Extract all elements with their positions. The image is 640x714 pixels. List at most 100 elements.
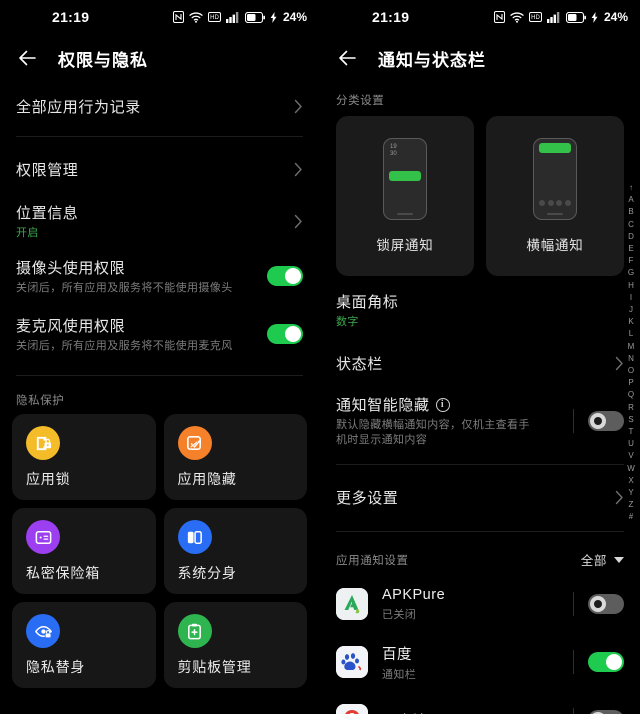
alpha-index-item[interactable]: C [628,219,634,231]
chevron-right-icon [294,162,303,177]
app-row-apkpure[interactable]: APKPure 已关闭 [320,575,640,633]
row-more-settings[interactable]: 更多设置 [320,471,640,523]
microphone-permission-toggle[interactable] [267,324,303,344]
app-row-baidu[interactable]: 百度 通知栏 [320,633,640,691]
row-permission-management[interactable]: 权限管理 [0,143,319,195]
row-camera-permission[interactable]: 摄像头使用权限 关闭后，所有应用及服务将不能使用摄像头 [0,247,319,305]
baidu-map-icon: du [336,704,368,714]
alpha-index-item[interactable]: N [628,353,634,365]
alpha-index-item[interactable]: ↑ [629,182,633,194]
card-label: 系统分身 [177,565,237,581]
alpha-index-item[interactable]: P [628,377,633,389]
row-subtitle: 默认隐藏横幅通知内容，仅机主查看手机时显示通知内容 [336,419,530,446]
alpha-index-item[interactable]: Y [628,487,633,499]
camera-permission-toggle[interactable] [267,266,303,286]
chevron-down-icon[interactable] [614,556,624,563]
toggle-knob [285,326,301,342]
row-title-wrap: 通知智能隐藏 i [336,394,565,415]
private-safe-icon [26,520,60,554]
alpha-index-item[interactable]: K [628,316,633,328]
alpha-index-item[interactable]: V [628,450,633,462]
app-lock-icon [26,426,60,460]
alpha-index-item[interactable]: G [628,267,634,279]
app-hide-icon [177,426,212,460]
alpha-index-item[interactable]: D [628,231,634,243]
right-screen-notifications-statusbar: 21:19 HD 24% 通知与状态栏 分类设置 19 30 锁屏通知 横幅通知… [320,0,640,714]
card-lockscreen-notification[interactable]: 19 30 锁屏通知 [336,116,474,276]
card-app-hide[interactable]: 应用隐藏 [163,414,307,500]
alpha-index-item[interactable]: R [628,402,634,414]
row-desktop-badge[interactable]: 桌面角标 数字 [320,282,640,338]
card-system-clone[interactable]: 系统分身 [163,508,307,594]
alpha-index-item[interactable]: W [627,463,635,475]
app-notification-settings-label: 应用通知设置 [336,554,409,567]
baidu-map-notification-toggle[interactable] [588,710,624,714]
alpha-index-item[interactable]: X [628,475,633,487]
divider [16,375,303,376]
row-smart-hide-notification[interactable]: 通知智能隐藏 i 默认隐藏横幅通知内容，仅机主查看手机时显示通知内容 [320,388,640,454]
smart-hide-notification-toggle[interactable] [588,411,624,431]
row-location-info[interactable]: 位置信息 开启 [0,195,319,247]
app-row-baidu-map[interactable]: du 百度地图 [320,691,640,714]
mock-home-indicator [397,213,413,215]
alpha-index-item[interactable]: O [628,365,634,377]
row-subtitle: 数字 [336,315,359,328]
battery-icon [244,11,265,23]
alpha-index-item[interactable]: J [629,304,633,316]
card-private-safe[interactable]: 私密保险箱 [12,508,156,594]
mock-banner-bar [539,143,571,153]
row-all-app-behavior-records[interactable]: 全部应用行为记录 [0,82,319,130]
row-subtitle: 关闭后，所有应用及服务将不能使用麦克风 [16,339,233,352]
left-title-bar: 权限与隐私 [0,34,319,82]
row-title: 通知智能隐藏 [336,397,430,415]
battery-icon [565,11,586,23]
alpha-index-item[interactable]: # [629,511,633,523]
app-name: 百度 [382,646,412,663]
chevron-right-icon [294,214,303,229]
card-label: 应用锁 [26,471,71,487]
info-icon[interactable]: i [435,397,450,412]
alpha-index-item[interactable]: H [628,280,634,292]
alpha-index-item[interactable]: T [629,426,634,438]
alpha-index-item[interactable]: A [628,194,633,206]
alpha-index-item[interactable]: B [628,206,633,218]
alpha-index-item[interactable]: F [629,255,634,267]
card-label: 剪贴板管理 [177,659,252,675]
row-title: 位置信息 [16,204,79,222]
card-privacy-avatar[interactable]: 隐私替身 [12,602,156,688]
banner-phone-mock [533,138,577,220]
page-title: 权限与隐私 [58,50,148,70]
row-title: 权限管理 [16,161,79,179]
alpha-index-item[interactable]: U [628,438,634,450]
alpha-index-item[interactable]: Z [629,499,634,511]
alpha-index-item[interactable]: Q [628,389,634,401]
app-status: 已关闭 [382,609,417,621]
card-label: 隐私替身 [26,659,86,675]
alpha-index-item[interactable]: L [629,328,633,340]
apkpure-icon [336,588,368,620]
alpha-index-item[interactable]: M [628,341,635,353]
filter-value[interactable]: 全部 [581,550,607,569]
chevron-right-icon [615,490,624,505]
alpha-index-item[interactable]: S [628,414,633,426]
charging-bolt-icon [270,11,277,23]
card-app-lock[interactable]: 应用锁 [12,414,156,500]
app-info: 百度地图 [382,710,573,714]
row-status-bar-settings[interactable]: 状态栏 [320,338,640,388]
alpha-index-item[interactable]: E [628,243,633,255]
back-arrow-icon[interactable] [336,46,360,70]
privacy-avatar-icon [26,614,60,648]
app-info: APKPure 已关闭 [382,586,573,622]
baidu-notification-toggle[interactable] [588,652,624,672]
row-subtitle: 开启 [16,226,39,239]
alpha-index-item[interactable]: I [630,292,632,304]
signal-icon [225,11,240,23]
card-banner-notification[interactable]: 横幅通知 [486,116,624,276]
alphabet-index-scrollbar[interactable]: ↑ A B C D E F G H I J K L M N O P Q R S T U V W X Y Z # [624,182,638,524]
card-clipboard-manage[interactable]: 剪贴板管理 [163,602,307,688]
system-clone-icon [177,520,212,554]
baidu-icon [336,646,368,678]
row-microphone-permission[interactable]: 麦克风使用权限 关闭后，所有应用及服务将不能使用麦克风 [0,305,319,363]
apkpure-notification-toggle[interactable] [588,594,624,614]
back-arrow-icon[interactable] [16,46,40,70]
